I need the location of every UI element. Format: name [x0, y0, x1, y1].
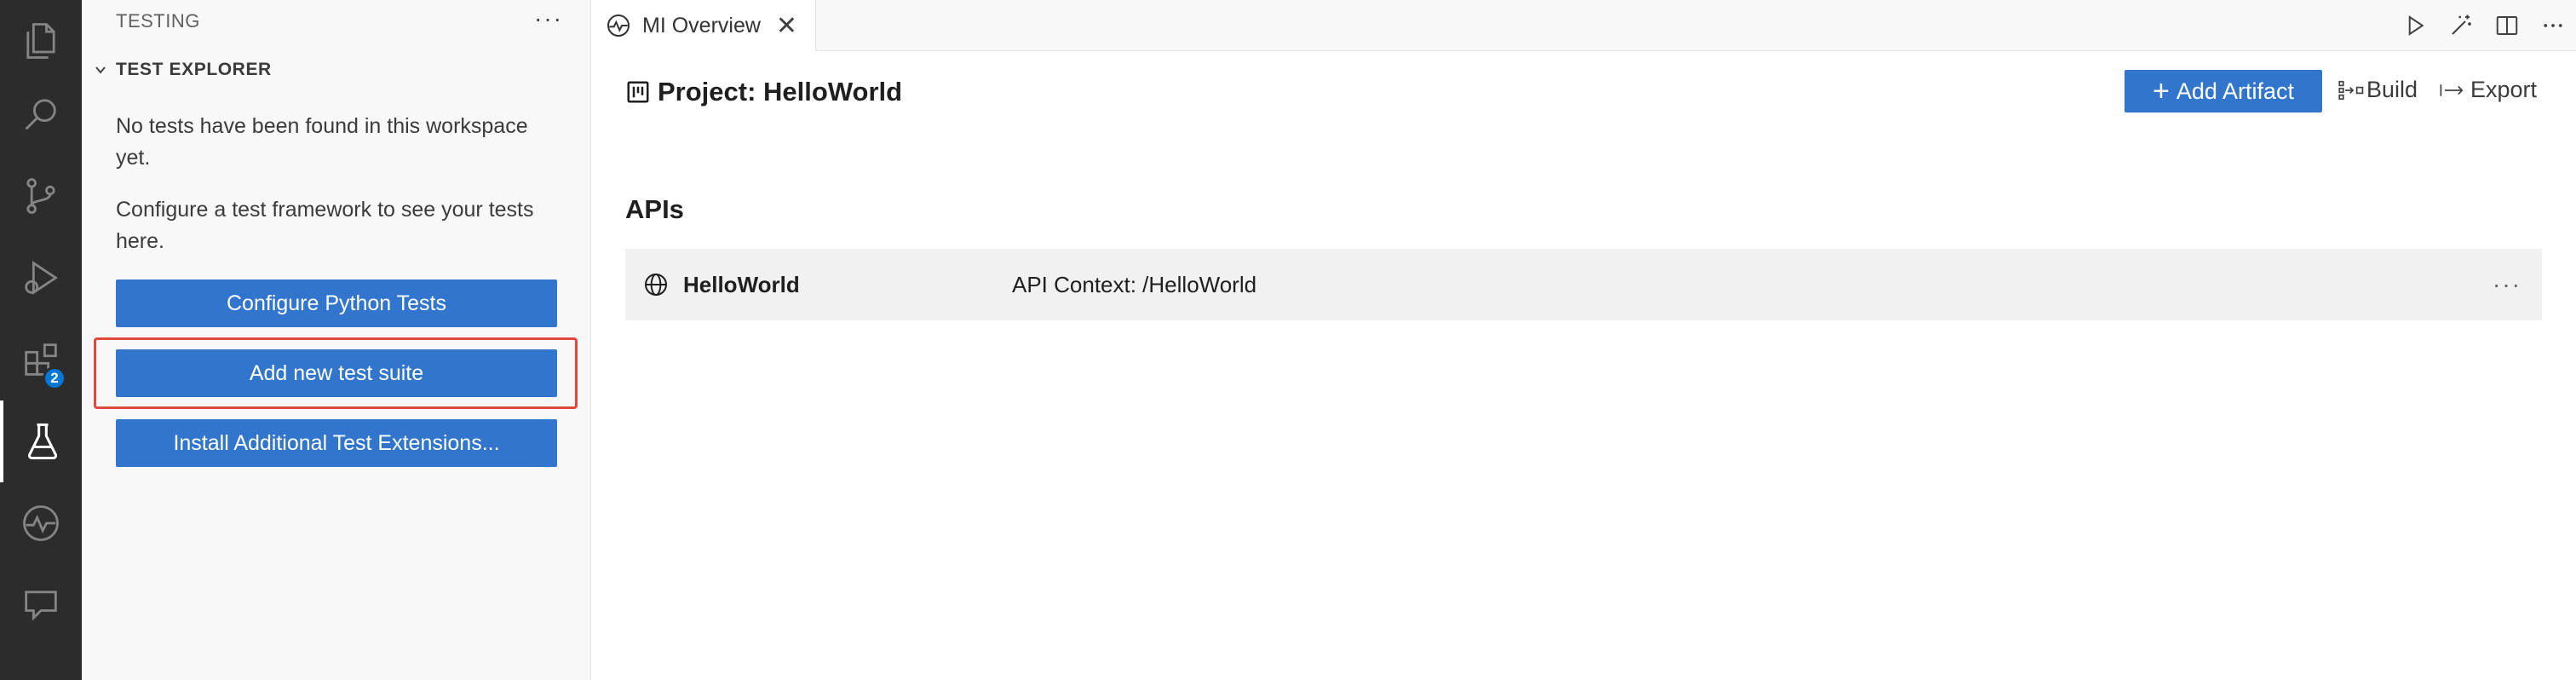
remote-explorer-button[interactable] — [0, 564, 82, 646]
more-actions-icon — [2544, 24, 2562, 27]
project-title: Project: HelloWorld — [658, 77, 903, 107]
configure-framework-message: Configure a test framework to see your t… — [116, 198, 534, 253]
source-control-icon — [26, 178, 55, 214]
install-test-extensions-button[interactable]: Install Additional Test Extensions... — [116, 419, 557, 467]
export-icon — [2440, 84, 2464, 96]
extensions-badge: 2 — [43, 366, 66, 390]
extensions-button[interactable]: 2 — [0, 319, 82, 401]
more-actions-button[interactable] — [2530, 0, 2576, 51]
add-artifact-label: Add Artifact — [2176, 78, 2294, 104]
mi-button[interactable] — [0, 482, 82, 564]
globe-icon — [645, 274, 667, 296]
magic-wand-button[interactable] — [2438, 0, 2484, 51]
mi-pulse-icon — [607, 14, 630, 37]
source-control-button[interactable] — [0, 155, 82, 237]
run-debug-icon — [25, 261, 58, 295]
tab-mi-overview[interactable]: MI Overview ✕ — [591, 0, 816, 51]
mi-overview-editor: Project: HelloWorld + Add Artifact Build… — [591, 51, 2576, 680]
api-name: HelloWorld — [683, 271, 800, 297]
add-new-test-suite-button[interactable]: Add new test suite — [116, 349, 557, 397]
export-button[interactable]: Export — [2438, 77, 2537, 103]
run-button[interactable] — [2392, 0, 2438, 51]
magic-wand-icon — [2452, 14, 2471, 35]
run-icon — [2408, 15, 2424, 36]
run-debug-button[interactable] — [0, 237, 82, 319]
api-context: API Context: /HelloWorld — [1012, 271, 1257, 297]
tab-label: MI Overview — [642, 13, 761, 37]
testing-flask-icon — [27, 423, 58, 460]
split-editor-button[interactable] — [2484, 0, 2530, 51]
editor-tab-bar: MI Overview ✕ — [591, 0, 2576, 51]
remote-explorer-icon — [25, 591, 57, 621]
activity-bar: 2 — [0, 0, 82, 680]
export-label: Export — [2470, 77, 2538, 102]
search-button[interactable] — [0, 73, 82, 155]
build-label: Build — [2366, 77, 2418, 102]
add-artifact-button[interactable]: + Add Artifact — [2125, 70, 2322, 112]
section-title: TEST EXPLORER — [116, 60, 272, 79]
close-icon[interactable]: ✕ — [776, 11, 797, 41]
split-editor-icon — [2496, 16, 2518, 35]
sidebar-title: TESTING — [116, 10, 200, 32]
explorer-button[interactable] — [0, 0, 82, 82]
build-icon — [2338, 80, 2364, 100]
search-icon — [25, 99, 56, 130]
testing-sidebar: TESTING ··· TEST EXPLORER No tests have … — [82, 0, 591, 680]
editor-actions — [2392, 0, 2576, 51]
plus-icon: + — [2153, 75, 2170, 107]
project-header: Project: HelloWorld — [625, 77, 902, 107]
testing-button[interactable] — [0, 401, 82, 482]
test-explorer-section-header[interactable]: TEST EXPLORER — [89, 58, 272, 82]
no-tests-message: No tests have been found in this workspa… — [116, 114, 528, 170]
configure-python-tests-button[interactable]: Configure Python Tests — [116, 279, 557, 327]
build-button[interactable]: Build — [2337, 77, 2418, 103]
apis-heading: APIs — [625, 194, 684, 224]
chevron-down-icon — [89, 58, 112, 82]
mi-pulse-icon — [23, 505, 59, 541]
api-row[interactable]: HelloWorld API Context: /HelloWorld ··· — [625, 249, 2542, 320]
api-more-actions[interactable]: ··· — [2493, 271, 2521, 298]
explorer-icon — [26, 23, 55, 59]
sidebar-more-actions[interactable]: ··· — [534, 5, 563, 32]
project-icon — [627, 81, 649, 103]
